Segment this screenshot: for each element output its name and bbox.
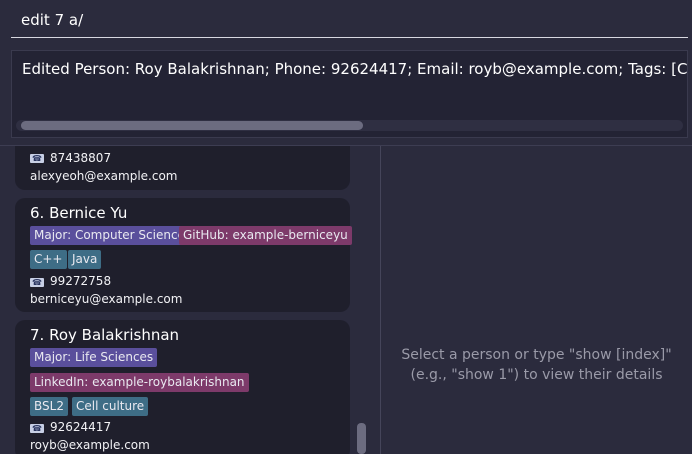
phone-icon: ☎ <box>30 278 44 287</box>
person-name: 7. Roy Balakrishnan <box>30 326 180 344</box>
skill-tag: BSL2 <box>30 397 68 416</box>
person-phone: 87438807 <box>50 151 112 165</box>
detail-placeholder-line2: (e.g., "show 1") to view their details <box>410 367 663 383</box>
result-display: Edited Person: Roy Balakrishnan; Phone: … <box>11 50 688 138</box>
detail-placeholder-line1: Select a person or type "show [index]" <box>401 347 672 363</box>
github-tag: GitHub: example-berniceyu <box>179 226 352 245</box>
detail-placeholder: Select a person or type "show [index]" (… <box>381 345 692 385</box>
person-phone: 92624417 <box>50 420 112 434</box>
command-input[interactable]: edit 7 a/ <box>11 0 688 38</box>
person-card[interactable]: 7. Roy Balakrishnan Major: Life Sciences… <box>15 320 350 454</box>
skill-tag: C++ <box>30 250 67 269</box>
result-horizontal-scrollbar[interactable] <box>16 120 683 131</box>
person-email: royb@example.com <box>30 438 150 452</box>
result-scrollbar-thumb[interactable] <box>21 121 363 130</box>
person-email: alexyeoh@example.com <box>30 169 178 183</box>
phone-icon: ☎ <box>30 154 44 163</box>
major-tag: Major: Computer Science <box>30 226 189 245</box>
person-name: 6. Bernice Yu <box>30 204 128 222</box>
person-email: berniceyu@example.com <box>30 292 183 306</box>
skill-tag: Cell culture <box>72 397 149 416</box>
person-list[interactable]: ☎ 87438807 alexyeoh@example.com 6. Berni… <box>0 146 380 454</box>
person-phone: 99272758 <box>50 274 112 288</box>
linkedin-tag: LinkedIn: example-roybalakrishnan <box>30 373 249 392</box>
person-card[interactable]: ☎ 87438807 alexyeoh@example.com <box>15 146 350 190</box>
skill-tag: Java <box>68 250 102 269</box>
major-tag: Major: Life Sciences <box>30 348 158 367</box>
result-text: Edited Person: Roy Balakrishnan; Phone: … <box>22 60 688 78</box>
pane-divider[interactable] <box>380 146 381 454</box>
list-scrollbar-thumb[interactable] <box>357 423 366 454</box>
phone-icon: ☎ <box>30 424 44 433</box>
command-text[interactable]: edit 7 a/ <box>21 11 83 29</box>
person-card[interactable]: 6. Bernice Yu Major: Computer Science Gi… <box>15 198 352 312</box>
